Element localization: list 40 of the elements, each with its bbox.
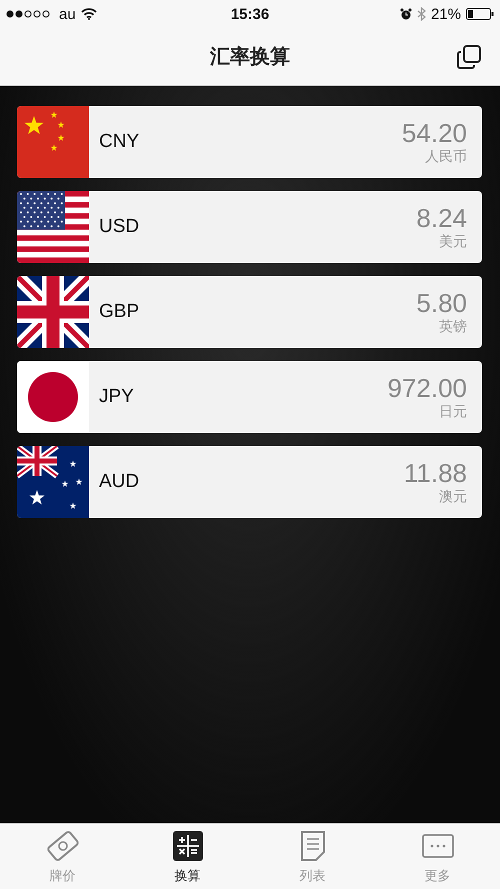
flag-icon [17,106,89,178]
amount-value: 972.00 [387,374,467,402]
currency-code: USD [99,216,140,238]
currency-name: 人民币 [425,147,467,165]
currency-code: AUD [99,471,140,493]
currency-name: 日元 [439,402,467,420]
screen-title: 汇率换算 [210,44,290,70]
battery-icon [466,8,494,20]
amount-value: 8.24 [416,204,467,232]
currency-card[interactable]: GBP 5.80 英镑 [17,276,482,348]
battery-percent: 21% [430,6,461,22]
currency-card[interactable]: AUD 11.88 澳元 [17,446,482,518]
amount-value: 11.88 [404,459,467,487]
currency-code: CNY [99,131,140,153]
calculator-icon [172,831,202,861]
currency-code: JPY [99,386,134,408]
copy-button[interactable] [454,42,484,72]
banknote-icon [44,830,80,862]
wifi-icon [80,8,97,20]
document-icon [300,830,326,862]
flag-icon [17,276,89,348]
carrier-name: au [59,6,76,22]
alarm-icon [400,8,412,20]
currency-name: 澳元 [439,487,467,505]
currency-code: GBP [99,301,140,323]
currency-card[interactable]: CNY 54.20 人民币 [17,106,482,178]
currency-card[interactable]: JPY 972.00 日元 [17,361,482,433]
amount-value: 5.80 [416,289,467,317]
currency-card[interactable]: USD 8.24 美元 [17,191,482,263]
tab-item[interactable]: 换算 [125,824,250,889]
more-icon [422,834,454,858]
flag-icon [17,446,89,518]
currency-name: 美元 [439,232,467,250]
copy-icon [456,44,482,70]
currency-name: 英镑 [439,317,467,335]
flag-icon [17,191,89,263]
bluetooth-icon [416,7,426,21]
amount-value: 54.20 [402,119,467,147]
clock-time: 15:36 [230,6,270,22]
flag-icon [17,361,89,433]
